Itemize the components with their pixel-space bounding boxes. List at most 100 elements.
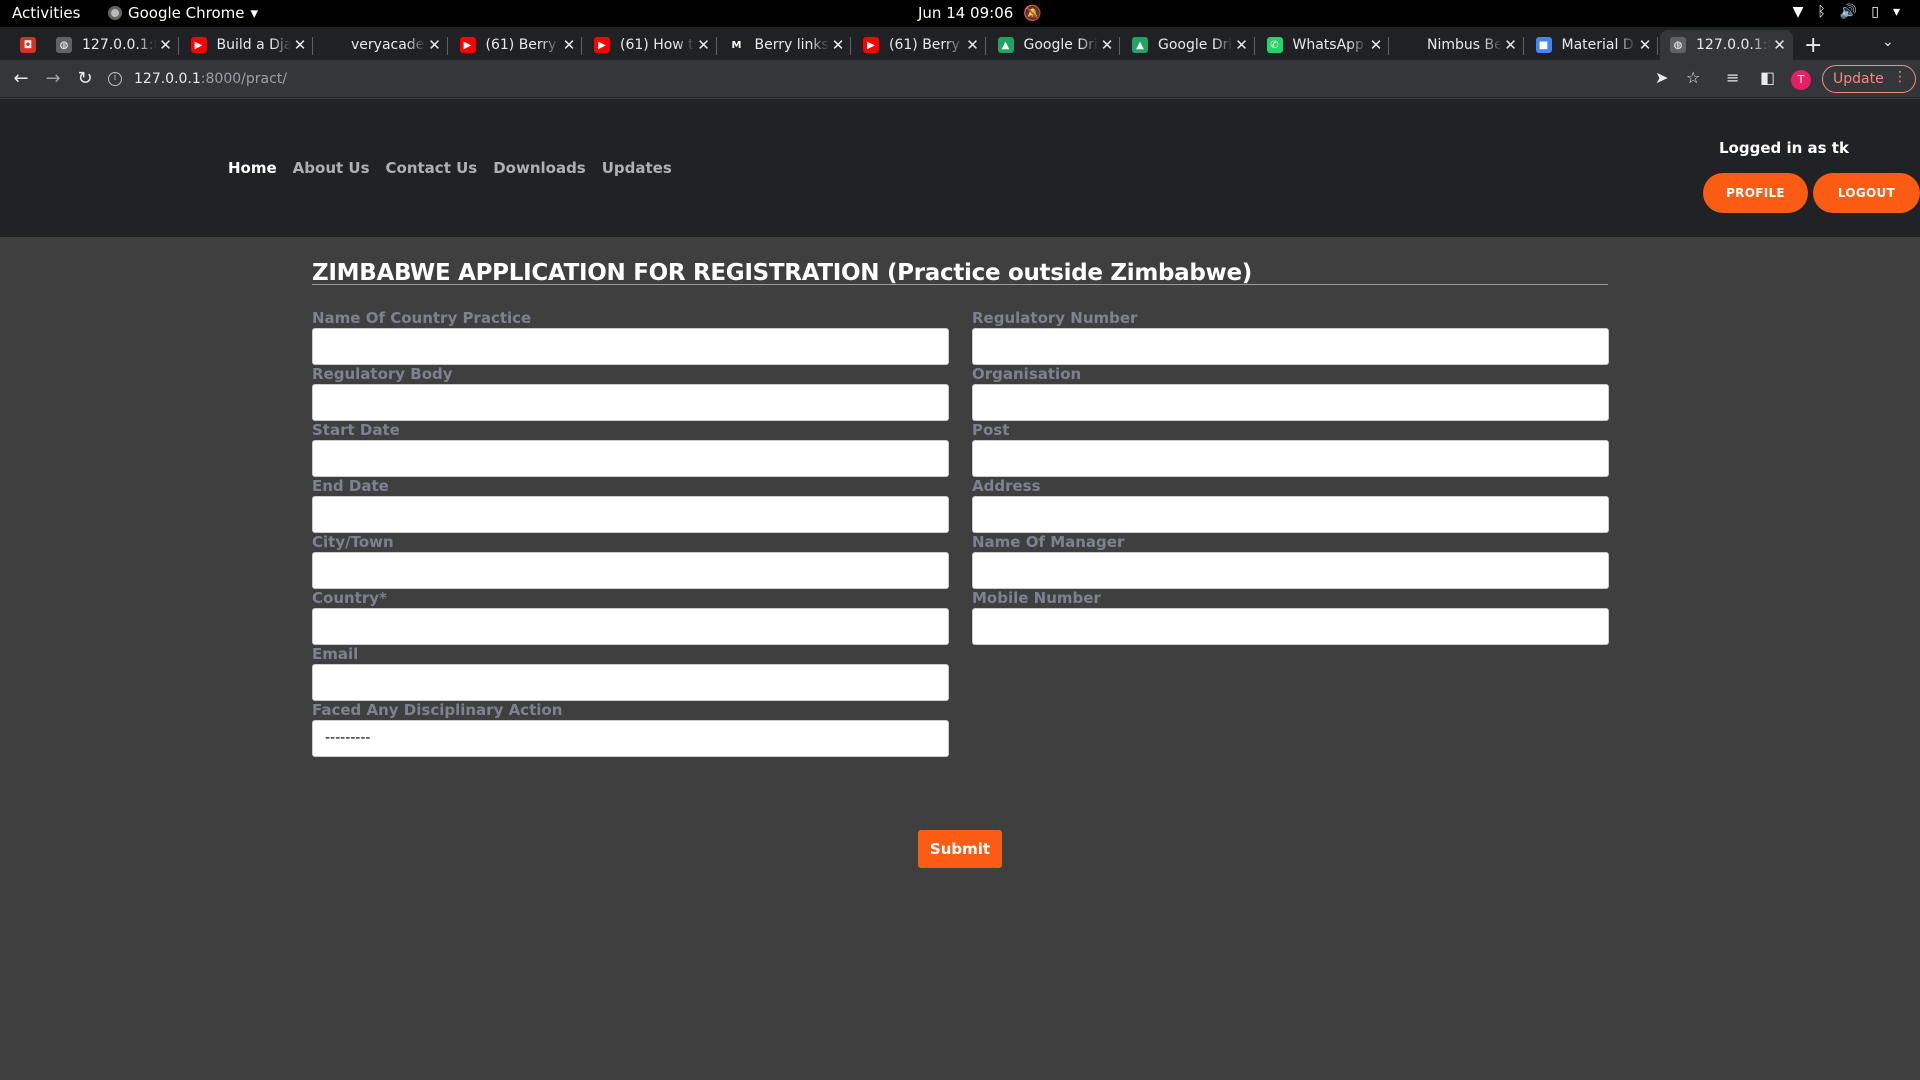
site-info-icon[interactable]: i	[108, 72, 122, 86]
tab-separator	[1119, 37, 1120, 55]
tab-search-pinned[interactable]: ◘	[14, 30, 36, 60]
tab[interactable]: ◍ 127.0.0.1:8000✕	[46, 30, 179, 60]
label-city-town: City/Town	[312, 533, 394, 551]
battery-icon: ▯	[1871, 4, 1879, 20]
side-panel-icon[interactable]: ◧	[1760, 68, 1775, 87]
app-menu-label: Google Chrome	[128, 4, 245, 22]
reading-list-icon[interactable]: ≡	[1726, 68, 1739, 87]
page-title: ZIMBABWE APPLICATION FOR REGISTRATION (P…	[312, 260, 1252, 286]
tab[interactable]: M Berry links ✕	[719, 30, 851, 60]
close-tab-icon[interactable]: ✕	[560, 36, 578, 54]
start-date-input[interactable]	[312, 440, 949, 477]
tab[interactable]: ▶ Build a Django✕	[181, 30, 313, 60]
tab[interactable]: ■ Material Design✕	[1526, 30, 1658, 60]
close-tab-icon[interactable]: ✕	[1771, 36, 1789, 54]
label-end-date: End Date	[312, 477, 389, 495]
profile-avatar[interactable]: T	[1791, 70, 1811, 90]
new-tab-plus-icon[interactable]: +	[1804, 33, 1822, 58]
address-bar[interactable]: i 127.0.0.1:8000/pract/	[108, 65, 1688, 93]
url-path: :8000/pract/	[200, 71, 287, 87]
nav-about-us[interactable]: About Us	[293, 159, 370, 177]
city-town-input[interactable]	[312, 552, 949, 589]
tab-title: Google Drive	[1158, 37, 1233, 53]
label-country: Country*	[312, 589, 387, 607]
disciplinary-action-select[interactable]: ---------	[312, 720, 949, 757]
reload-icon[interactable]: ↻	[74, 68, 96, 89]
email-input[interactable]	[312, 664, 949, 701]
site-header: Home About Us Contact Us Downloads Updat…	[0, 99, 1920, 237]
system-tray[interactable]: ▼ ᛒ 🔊 ▯ ▾	[1793, 4, 1900, 20]
tab-title: (61) Berry	[485, 37, 557, 53]
close-tab-icon[interactable]: ✕	[1233, 36, 1251, 54]
organisation-input[interactable]	[972, 384, 1609, 421]
close-tab-icon[interactable]: ✕	[291, 36, 309, 54]
tab[interactable]: Nimbus Berry✕	[1391, 30, 1524, 60]
os-top-bar: Activities Google Chrome ▾ Jun 14 09:06 …	[0, 0, 1920, 27]
tab-separator	[1522, 37, 1524, 55]
back-arrow-icon[interactable]: ←	[10, 68, 32, 89]
close-tab-icon[interactable]: ✕	[426, 36, 444, 54]
address-input[interactable]	[972, 496, 1609, 533]
end-date-input[interactable]	[312, 496, 949, 533]
app-icon: ◘	[20, 37, 36, 53]
regulatory-number-input[interactable]	[972, 328, 1609, 365]
volume-icon: 🔊	[1839, 4, 1858, 20]
regulatory-body-input[interactable]	[312, 384, 949, 421]
tab[interactable]: ▶ (61) Berry ✕	[450, 30, 582, 60]
tab-title: (61) Berry	[889, 37, 960, 53]
nav-home[interactable]: Home	[228, 159, 277, 177]
profile-button[interactable]: PROFILE	[1703, 173, 1808, 213]
youtube-icon: ▶	[459, 37, 476, 53]
bookmark-star-icon[interactable]: ☆	[1686, 68, 1700, 87]
label-email: Email	[312, 645, 359, 663]
clock[interactable]: Jun 14 09:06 🔕	[918, 4, 1042, 22]
tab[interactable]: ▲ Google Drive✕	[988, 30, 1120, 60]
country-input[interactable]	[312, 608, 949, 645]
label-post: Post	[972, 421, 1010, 439]
tab-title: 127.0.0.1:8000	[1696, 37, 1771, 53]
tab-strip: ◘ ◍127.0.0.1:8000✕▶Build a Django✕veryac…	[0, 27, 1920, 60]
post-input[interactable]	[972, 440, 1609, 477]
tab-title: (61) How to	[620, 37, 695, 53]
nav-contact-us[interactable]: Contact Us	[386, 159, 478, 177]
nav-updates[interactable]: Updates	[602, 159, 672, 177]
submit-button[interactable]: Submit	[918, 830, 1002, 868]
youtube-icon: ▶	[594, 37, 610, 53]
label-disciplinary-action: Faced Any Disciplinary Action	[312, 701, 563, 719]
activities-button[interactable]: Activities	[12, 4, 80, 22]
tab-separator	[312, 37, 313, 55]
tab[interactable]: ▲ Google Drive✕	[1122, 30, 1255, 60]
send-icon[interactable]: ➤	[1655, 68, 1668, 87]
forward-arrow-icon[interactable]: →	[42, 68, 64, 89]
tab-separator	[715, 37, 717, 55]
country-practice-input[interactable]	[312, 328, 949, 365]
tab-title: Nimbus Berry	[1427, 37, 1502, 53]
chrome-icon	[108, 6, 122, 20]
logout-button[interactable]: LOGOUT	[1813, 173, 1920, 213]
tab-active[interactable]: ◍ 127.0.0.1:8000✕	[1660, 30, 1793, 60]
close-tab-icon[interactable]: ✕	[1502, 36, 1520, 54]
mobile-number-input[interactable]	[972, 608, 1609, 645]
tab[interactable]: ▶ (61) How to ✕	[584, 30, 717, 60]
tab[interactable]: ▶ (61) Berry ✕	[853, 30, 986, 60]
close-tab-icon[interactable]: ✕	[964, 36, 982, 54]
tab-separator	[446, 37, 448, 55]
tab[interactable]: veryacademy✕	[315, 30, 448, 60]
tab-title: Google Drive	[1023, 37, 1099, 53]
youtube-icon: ▶	[863, 37, 879, 53]
tab-title: Build a Django	[216, 37, 292, 53]
app-menu[interactable]: Google Chrome ▾	[108, 4, 258, 22]
close-tab-icon[interactable]: ✕	[1367, 36, 1385, 54]
close-tab-icon[interactable]: ✕	[1098, 36, 1116, 54]
tab[interactable]: ✆ WhatsApp ✕	[1257, 30, 1389, 60]
close-tab-icon[interactable]: ✕	[157, 36, 175, 54]
name-of-manager-input[interactable]	[972, 552, 1609, 589]
tab-search-chevron-icon[interactable]: ⌄	[1882, 34, 1894, 50]
close-tab-icon[interactable]: ✕	[1636, 36, 1654, 54]
youtube-icon: ▶	[190, 37, 207, 53]
tab-separator	[581, 37, 582, 55]
nav-downloads[interactable]: Downloads	[493, 159, 586, 177]
update-button[interactable]: Update ⋮	[1822, 65, 1916, 93]
close-tab-icon[interactable]: ✕	[829, 36, 847, 54]
close-tab-icon[interactable]: ✕	[695, 36, 713, 54]
